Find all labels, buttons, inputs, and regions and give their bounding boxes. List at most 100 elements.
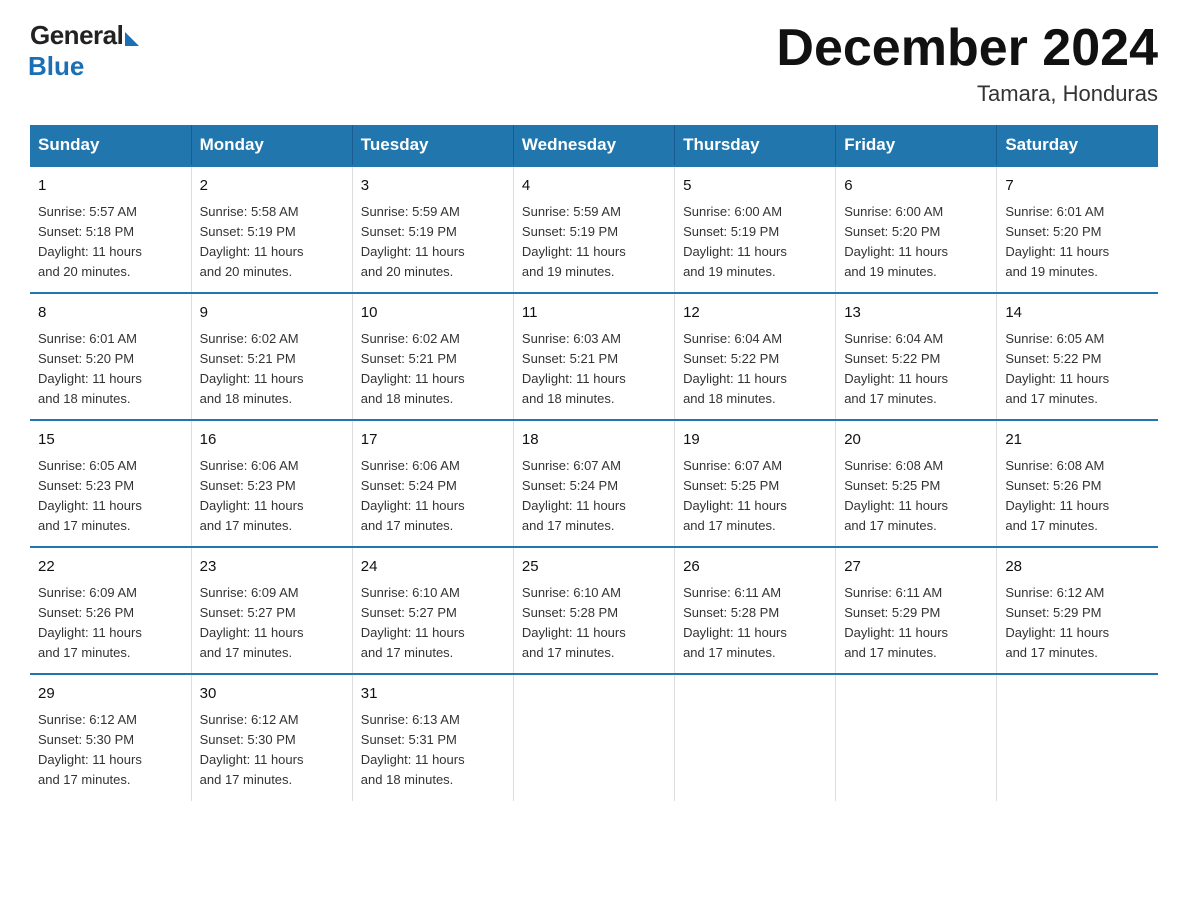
day-info: Sunrise: 6:00 AMSunset: 5:19 PMDaylight:… xyxy=(683,202,827,283)
day-number: 10 xyxy=(361,302,505,325)
day-number: 9 xyxy=(200,302,344,325)
day-number: 2 xyxy=(200,175,344,198)
day-info: Sunrise: 6:10 AMSunset: 5:27 PMDaylight:… xyxy=(361,583,505,664)
header-saturday: Saturday xyxy=(997,125,1158,166)
calendar-cell: 27 Sunrise: 6:11 AMSunset: 5:29 PMDayligh… xyxy=(836,547,997,674)
day-number: 6 xyxy=(844,175,988,198)
day-number: 26 xyxy=(683,556,827,579)
day-info: Sunrise: 6:07 AMSunset: 5:24 PMDaylight:… xyxy=(522,456,666,537)
day-number: 30 xyxy=(200,683,344,706)
day-number: 22 xyxy=(38,556,183,579)
month-title: December 2024 xyxy=(776,20,1158,77)
title-area: December 2024 Tamara, Honduras xyxy=(776,20,1158,107)
calendar-cell: 23Sunrise: 6:09 AMSunset: 5:27 PMDayligh… xyxy=(191,547,352,674)
day-info: Sunrise: 6:03 AMSunset: 5:21 PMDaylight:… xyxy=(522,329,666,410)
day-info: Sunrise: 6:10 AMSunset: 5:28 PMDaylight:… xyxy=(522,583,666,664)
calendar-cell: 15Sunrise: 6:05 AMSunset: 5:23 PMDayligh… xyxy=(30,420,191,547)
day-number: 14 xyxy=(1005,302,1150,325)
day-number: 8 xyxy=(38,302,183,325)
day-info: Sunrise: 6:06 AMSunset: 5:24 PMDaylight:… xyxy=(361,456,505,537)
calendar-cell: 2 Sunrise: 5:58 AMSunset: 5:19 PMDaylight… xyxy=(191,166,352,293)
day-number: 7 xyxy=(1005,175,1150,198)
day-info: Sunrise: 6:12 AMSunset: 5:29 PMDaylight:… xyxy=(1005,583,1150,664)
calendar-week-row: 29 Sunrise: 6:12 AMSunset: 5:30 PMDayligh… xyxy=(30,674,1158,800)
day-number: 21 xyxy=(1005,429,1150,452)
day-info: Sunrise: 6:02 AMSunset: 5:21 PMDaylight:… xyxy=(361,329,505,410)
day-number: 28 xyxy=(1005,556,1150,579)
calendar-table: SundayMondayTuesdayWednesdayThursdayFrid… xyxy=(30,125,1158,800)
calendar-cell: 31Sunrise: 6:13 AMSunset: 5:31 PMDayligh… xyxy=(352,674,513,800)
day-number: 3 xyxy=(361,175,505,198)
calendar-header-row: SundayMondayTuesdayWednesdayThursdayFrid… xyxy=(30,125,1158,166)
day-number: 18 xyxy=(522,429,666,452)
day-info: Sunrise: 6:05 AMSunset: 5:22 PMDaylight:… xyxy=(1005,329,1150,410)
day-info: Sunrise: 5:58 AMSunset: 5:19 PMDaylight:… xyxy=(200,202,344,283)
calendar-cell: 5Sunrise: 6:00 AMSunset: 5:19 PMDaylight… xyxy=(675,166,836,293)
calendar-cell: 1Sunrise: 5:57 AMSunset: 5:18 PMDaylight… xyxy=(30,166,191,293)
day-info: Sunrise: 5:59 AMSunset: 5:19 PMDaylight:… xyxy=(522,202,666,283)
calendar-cell: 16 Sunrise: 6:06 AMSunset: 5:23 PMDayligh… xyxy=(191,420,352,547)
day-number: 11 xyxy=(522,302,666,325)
calendar-cell xyxy=(513,674,674,800)
calendar-week-row: 1Sunrise: 5:57 AMSunset: 5:18 PMDaylight… xyxy=(30,166,1158,293)
calendar-cell: 14 Sunrise: 6:05 AMSunset: 5:22 PMDayligh… xyxy=(997,293,1158,420)
day-number: 25 xyxy=(522,556,666,579)
calendar-week-row: 22 Sunrise: 6:09 AMSunset: 5:26 PMDayligh… xyxy=(30,547,1158,674)
day-number: 16 xyxy=(200,429,344,452)
calendar-cell: 25 Sunrise: 6:10 AMSunset: 5:28 PMDayligh… xyxy=(513,547,674,674)
calendar-cell: 20Sunrise: 6:08 AMSunset: 5:25 PMDayligh… xyxy=(836,420,997,547)
header-monday: Monday xyxy=(191,125,352,166)
header-sunday: Sunday xyxy=(30,125,191,166)
day-info: Sunrise: 6:09 AMSunset: 5:27 PMDaylight:… xyxy=(200,583,344,664)
day-number: 27 xyxy=(844,556,988,579)
logo: General Blue xyxy=(30,20,139,82)
day-info: Sunrise: 6:04 AMSunset: 5:22 PMDaylight:… xyxy=(844,329,988,410)
calendar-cell: 13 Sunrise: 6:04 AMSunset: 5:22 PMDayligh… xyxy=(836,293,997,420)
day-info: Sunrise: 6:01 AMSunset: 5:20 PMDaylight:… xyxy=(38,329,183,410)
day-info: Sunrise: 5:59 AMSunset: 5:19 PMDaylight:… xyxy=(361,202,505,283)
day-info: Sunrise: 6:07 AMSunset: 5:25 PMDaylight:… xyxy=(683,456,827,537)
calendar-cell: 3 Sunrise: 5:59 AMSunset: 5:19 PMDaylight… xyxy=(352,166,513,293)
calendar-cell: 28 Sunrise: 6:12 AMSunset: 5:29 PMDayligh… xyxy=(997,547,1158,674)
day-info: Sunrise: 6:06 AMSunset: 5:23 PMDaylight:… xyxy=(200,456,344,537)
page-header: General Blue December 2024 Tamara, Hondu… xyxy=(30,20,1158,107)
day-number: 29 xyxy=(38,683,183,706)
day-info: Sunrise: 6:08 AMSunset: 5:26 PMDaylight:… xyxy=(1005,456,1150,537)
day-info: Sunrise: 5:57 AMSunset: 5:18 PMDaylight:… xyxy=(38,202,183,283)
logo-triangle-icon xyxy=(125,32,139,46)
day-info: Sunrise: 6:12 AMSunset: 5:30 PMDaylight:… xyxy=(200,710,344,791)
day-info: Sunrise: 6:13 AMSunset: 5:31 PMDaylight:… xyxy=(361,710,505,791)
day-info: Sunrise: 6:02 AMSunset: 5:21 PMDaylight:… xyxy=(200,329,344,410)
calendar-cell xyxy=(675,674,836,800)
day-number: 24 xyxy=(361,556,505,579)
header-thursday: Thursday xyxy=(675,125,836,166)
calendar-cell: 24 Sunrise: 6:10 AMSunset: 5:27 PMDayligh… xyxy=(352,547,513,674)
calendar-cell: 30 Sunrise: 6:12 AMSunset: 5:30 PMDayligh… xyxy=(191,674,352,800)
calendar-cell xyxy=(836,674,997,800)
calendar-week-row: 8 Sunrise: 6:01 AMSunset: 5:20 PMDaylight… xyxy=(30,293,1158,420)
day-info: Sunrise: 6:05 AMSunset: 5:23 PMDaylight:… xyxy=(38,456,183,537)
day-number: 12 xyxy=(683,302,827,325)
calendar-cell: 21 Sunrise: 6:08 AMSunset: 5:26 PMDayligh… xyxy=(997,420,1158,547)
calendar-cell: 9 Sunrise: 6:02 AMSunset: 5:21 PMDaylight… xyxy=(191,293,352,420)
header-wednesday: Wednesday xyxy=(513,125,674,166)
day-info: Sunrise: 6:11 AMSunset: 5:29 PMDaylight:… xyxy=(844,583,988,664)
day-info: Sunrise: 6:00 AMSunset: 5:20 PMDaylight:… xyxy=(844,202,988,283)
calendar-cell: 11 Sunrise: 6:03 AMSunset: 5:21 PMDayligh… xyxy=(513,293,674,420)
day-info: Sunrise: 6:04 AMSunset: 5:22 PMDaylight:… xyxy=(683,329,827,410)
day-info: Sunrise: 6:09 AMSunset: 5:26 PMDaylight:… xyxy=(38,583,183,664)
calendar-cell: 19 Sunrise: 6:07 AMSunset: 5:25 PMDayligh… xyxy=(675,420,836,547)
day-number: 13 xyxy=(844,302,988,325)
day-number: 4 xyxy=(522,175,666,198)
calendar-cell: 4 Sunrise: 5:59 AMSunset: 5:19 PMDaylight… xyxy=(513,166,674,293)
calendar-cell: 22 Sunrise: 6:09 AMSunset: 5:26 PMDayligh… xyxy=(30,547,191,674)
header-friday: Friday xyxy=(836,125,997,166)
calendar-week-row: 15Sunrise: 6:05 AMSunset: 5:23 PMDayligh… xyxy=(30,420,1158,547)
logo-general-text: General xyxy=(30,20,123,51)
day-number: 20 xyxy=(844,429,988,452)
calendar-cell: 26Sunrise: 6:11 AMSunset: 5:28 PMDayligh… xyxy=(675,547,836,674)
day-number: 19 xyxy=(683,429,827,452)
calendar-cell: 12 Sunrise: 6:04 AMSunset: 5:22 PMDayligh… xyxy=(675,293,836,420)
calendar-cell: 18 Sunrise: 6:07 AMSunset: 5:24 PMDayligh… xyxy=(513,420,674,547)
day-info: Sunrise: 6:01 AMSunset: 5:20 PMDaylight:… xyxy=(1005,202,1150,283)
